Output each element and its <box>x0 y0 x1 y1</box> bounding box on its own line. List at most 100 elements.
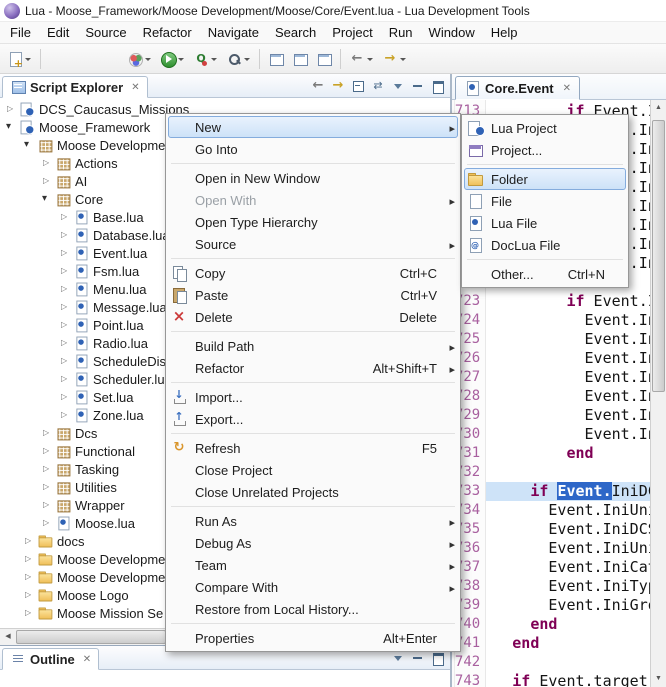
search-button[interactable] <box>223 47 254 71</box>
menubar-item-file[interactable]: File <box>2 23 39 42</box>
menu-item-compare-with[interactable]: Compare With <box>168 576 458 598</box>
expander-collapsed-icon[interactable] <box>60 370 73 388</box>
expander-collapsed-icon[interactable] <box>24 604 37 622</box>
code-line[interactable] <box>486 653 650 672</box>
expander-collapsed-icon[interactable] <box>60 208 73 226</box>
code-line[interactable]: Event.IniUnit = UNIT:FindByName( Event.I… <box>486 368 650 387</box>
menu-item-new[interactable]: New <box>168 116 458 138</box>
menu-item-other[interactable]: Other...Ctrl+N <box>464 263 626 285</box>
view-menu-button[interactable] <box>389 77 407 95</box>
menubar-item-refactor[interactable]: Refactor <box>135 23 200 42</box>
external-tools-button[interactable] <box>124 47 155 71</box>
code-line[interactable]: if Event.target then <box>486 672 650 687</box>
expander-collapsed-icon[interactable] <box>42 514 55 532</box>
expander-collapsed-icon[interactable] <box>42 172 55 190</box>
expander-collapsed-icon[interactable] <box>60 226 73 244</box>
menu-item-lua-file[interactable]: Lua File <box>464 212 626 234</box>
expander-collapsed-icon[interactable] <box>24 532 37 550</box>
close-icon[interactable]: ✕ <box>83 654 91 665</box>
code-line[interactable]: Event.IniUnitName = Event.IniDCSUnitName <box>486 330 650 349</box>
menu-item-build-path[interactable]: Build Path <box>168 335 458 357</box>
menu-item-debug-as[interactable]: Debug As <box>168 532 458 554</box>
code-line[interactable]: end <box>486 444 650 463</box>
menubar-item-window[interactable]: Window <box>421 23 483 42</box>
coverage-button[interactable] <box>190 47 221 71</box>
expander-expanded-icon[interactable] <box>42 190 55 208</box>
forward-button[interactable] <box>329 77 347 95</box>
menu-item-folder[interactable]: Folder <box>464 168 626 190</box>
scrollbar-thumb[interactable] <box>652 120 665 392</box>
menubar-item-edit[interactable]: Edit <box>39 23 77 42</box>
menu-item-copy[interactable]: CopyCtrl+C <box>168 262 458 284</box>
tab-outline[interactable]: Outline ✕ <box>2 648 99 670</box>
code-line[interactable]: Event.IniTypeName = Event.IniDCSUnit:get… <box>486 577 650 596</box>
menu-item-open-in-new-window[interactable]: Open in New Window <box>168 167 458 189</box>
new-editor-button[interactable] <box>289 47 311 71</box>
menubar-item-navigate[interactable]: Navigate <box>200 23 267 42</box>
editor-scrollbar[interactable] <box>650 100 666 687</box>
menu-item-project[interactable]: Project... <box>464 139 626 161</box>
menu-item-run-as[interactable]: Run As <box>168 510 458 532</box>
back-button[interactable] <box>309 77 327 95</box>
code-line[interactable]: end <box>486 634 650 653</box>
code-line[interactable]: if Event.IniObjectCategory == 3 then <box>486 292 650 311</box>
menubar-item-project[interactable]: Project <box>324 23 380 42</box>
link-editor-button[interactable] <box>369 77 387 95</box>
minimize-button[interactable] <box>409 77 427 95</box>
tab-script-explorer[interactable]: Script Explorer ✕ <box>2 76 148 98</box>
menu-item-close-unrelated-projects[interactable]: Close Unrelated Projects <box>168 481 458 503</box>
menu-item-source[interactable]: Source <box>168 233 458 255</box>
menu-item-open-type-hierarchy[interactable]: Open Type Hierarchy <box>168 211 458 233</box>
menubar-item-search[interactable]: Search <box>267 23 324 42</box>
menu-item-delete[interactable]: DeleteDelete <box>168 306 458 328</box>
expander-collapsed-icon[interactable] <box>60 280 73 298</box>
expander-collapsed-icon[interactable] <box>42 154 55 172</box>
expander-collapsed-icon[interactable] <box>42 496 55 514</box>
open-console-button[interactable] <box>265 47 287 71</box>
dropdown-arrow-icon[interactable] <box>366 51 374 67</box>
menubar-item-help[interactable]: Help <box>483 23 526 42</box>
code-line[interactable]: Event.IniCategory = Event.IniDCSUnit:get… <box>486 558 650 577</box>
dropdown-arrow-icon[interactable] <box>144 51 152 67</box>
code-line[interactable]: Event.IniUnitName = Event.IniDCSUnitName <box>486 539 650 558</box>
expander-collapsed-icon[interactable] <box>24 550 37 568</box>
expander-collapsed-icon[interactable] <box>60 244 73 262</box>
expander-collapsed-icon[interactable] <box>60 352 73 370</box>
code-line[interactable]: Event.IniDCSUnitName = Event.IniDCSUnit:… <box>486 311 650 330</box>
menu-item-team[interactable]: Team <box>168 554 458 576</box>
dropdown-arrow-icon[interactable] <box>24 51 32 67</box>
menu-item-close-project[interactable]: Close Project <box>168 459 458 481</box>
dropdown-arrow-icon[interactable] <box>399 51 407 67</box>
expander-collapsed-icon[interactable] <box>42 460 55 478</box>
menubar-item-run[interactable]: Run <box>381 23 421 42</box>
expander-collapsed-icon[interactable] <box>60 316 73 334</box>
expander-collapsed-icon[interactable] <box>42 442 55 460</box>
dropdown-arrow-icon[interactable] <box>177 51 185 67</box>
scroll-down-icon[interactable] <box>651 671 666 687</box>
expander-collapsed-icon[interactable] <box>60 262 73 280</box>
menu-item-lua-project[interactable]: Lua Project <box>464 117 626 139</box>
expander-collapsed-icon[interactable] <box>42 478 55 496</box>
code-line[interactable]: Event.IniGroupName = Event.IniDCSGroup:g… <box>486 425 650 444</box>
menu-item-import[interactable]: Import... <box>168 386 458 408</box>
forward-button[interactable] <box>379 47 410 71</box>
expander-collapsed-icon[interactable] <box>60 334 73 352</box>
menu-item-refresh[interactable]: RefreshF5 <box>168 437 458 459</box>
close-icon[interactable]: ✕ <box>131 82 139 93</box>
pin-editor-button[interactable] <box>313 47 335 71</box>
code-line[interactable]: Event.IniTypeName = Event.IniDCSUnit:get… <box>486 406 650 425</box>
code-line[interactable]: if Event.IniDCSUnitName ~= nil then <box>486 482 650 501</box>
menu-item-refactor[interactable]: RefactorAlt+Shift+T <box>168 357 458 379</box>
expander-collapsed-icon[interactable] <box>24 568 37 586</box>
tab-core-event[interactable]: Core.Event ✕ <box>455 76 580 100</box>
expander-collapsed-icon[interactable] <box>60 406 73 424</box>
menu-item-properties[interactable]: PropertiesAlt+Enter <box>168 627 458 649</box>
menu-item-file[interactable]: File <box>464 190 626 212</box>
scroll-left-icon[interactable] <box>0 629 16 645</box>
code-line[interactable]: Event.IniGroupName = Event.IniDCSGroup:g… <box>486 596 650 615</box>
expander-collapsed-icon[interactable] <box>24 586 37 604</box>
code-line[interactable]: Event.IniUnit = UNIT:FindByName( Event.I… <box>486 501 650 520</box>
menu-item-go-into[interactable]: Go Into <box>168 138 458 160</box>
dropdown-arrow-icon[interactable] <box>210 51 218 67</box>
menu-item-paste[interactable]: PasteCtrl+V <box>168 284 458 306</box>
